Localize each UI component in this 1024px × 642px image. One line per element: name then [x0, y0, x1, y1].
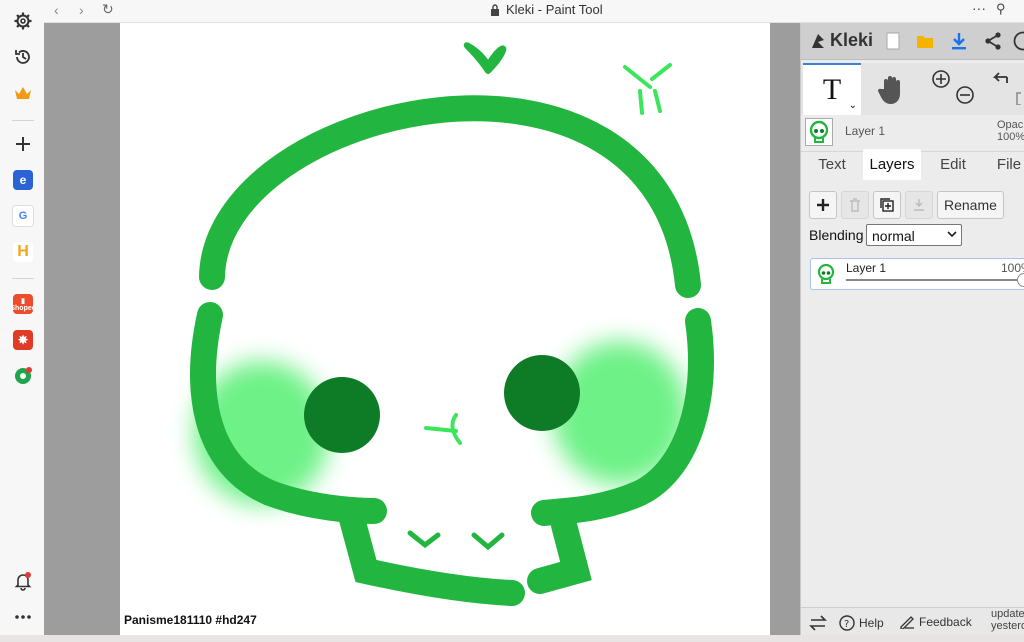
sidebar-divider	[12, 120, 34, 121]
update-status: update yesterd	[991, 608, 1024, 632]
panel-tabs: Text Layers Edit File	[801, 149, 1024, 181]
more-horizontal-icon[interactable]: ···	[972, 0, 986, 16]
undo-icon[interactable]	[991, 69, 1021, 105]
teeth-right	[471, 532, 505, 551]
current-layer-row: Layer 1 Opac 100%	[801, 115, 1024, 152]
crown-icon[interactable]	[10, 80, 36, 106]
layer-list-item[interactable]: Layer 1 100%	[810, 258, 1024, 290]
left-eye	[304, 377, 380, 453]
gear-icon[interactable]	[10, 8, 36, 34]
feedback-label: Feedback	[919, 615, 972, 629]
red-app-icon[interactable]: ✸	[10, 327, 36, 353]
panel-header: Kleki	[801, 23, 1024, 60]
add-layer-button[interactable]	[809, 191, 837, 219]
anger-mark	[623, 63, 672, 115]
opacity-readout: Opac 100%	[997, 119, 1024, 143]
share-icon[interactable]	[981, 29, 1005, 53]
rename-layer-button[interactable]: Rename	[937, 191, 1004, 219]
tab-file[interactable]: File	[989, 149, 1024, 180]
slider-handle[interactable]	[1017, 273, 1024, 287]
delete-layer-button[interactable]	[841, 191, 869, 219]
download-icon[interactable]	[947, 29, 971, 53]
nose	[424, 413, 462, 445]
chevron-down-icon: ⌄	[848, 100, 857, 111]
update-label: update	[991, 608, 1024, 620]
current-layer-name: Layer 1	[845, 124, 886, 138]
hand-icon[interactable]	[875, 73, 909, 107]
swap-icon[interactable]	[809, 615, 827, 631]
merge-layer-button[interactable]	[905, 191, 933, 219]
duplicate-icon	[880, 198, 894, 212]
back-icon[interactable]: ‹	[54, 2, 59, 18]
tab-edit[interactable]: Edit	[925, 149, 981, 180]
right-eye	[504, 355, 580, 431]
lock-icon	[491, 3, 499, 16]
opacity-label: Opac	[997, 119, 1024, 131]
taskbar-strip	[0, 635, 1024, 642]
blending-label: Blending	[809, 227, 864, 243]
open-file-icon[interactable]	[913, 29, 937, 53]
blending-value: normal	[872, 228, 915, 244]
shopee-icon[interactable]: ▮ Shopee	[10, 291, 36, 317]
teeth-left	[407, 530, 441, 549]
plus-icon	[817, 199, 829, 211]
panel-footer: ? Help Feedback update yesterd	[801, 607, 1024, 636]
pin-icon[interactable]: ⚲	[996, 1, 1006, 17]
trash-icon	[850, 198, 860, 212]
app-blue-icon[interactable]: e	[10, 167, 36, 193]
skull-drawing	[190, 42, 714, 606]
blending-select[interactable]: normal	[866, 224, 962, 246]
text-tool-button[interactable]: T ⌄	[803, 63, 861, 115]
layer-name: Layer 1	[846, 261, 887, 275]
mouth-left	[339, 506, 525, 606]
google-icon[interactable]: G	[10, 203, 36, 229]
help-button[interactable]: ? Help	[839, 615, 884, 631]
head-outline	[199, 95, 701, 298]
sidebar-divider	[12, 278, 34, 279]
tab-layers[interactable]: Layers	[863, 149, 921, 180]
drawing-canvas[interactable]: Panisme181110 #hd247	[120, 23, 770, 635]
bell-icon[interactable]	[10, 568, 36, 594]
forward-icon[interactable]: ›	[79, 2, 84, 18]
layer-opacity-slider[interactable]	[846, 279, 1024, 281]
title-text: Kleki - Paint Tool	[506, 2, 603, 17]
more-icon[interactable]	[10, 604, 36, 630]
chevron-down-icon	[947, 231, 957, 238]
update-when: yesterd	[991, 620, 1024, 632]
watermark-text: Panisme181110 #hd247	[124, 613, 257, 627]
kleki-logo: Kleki	[809, 30, 873, 51]
merge-icon	[914, 199, 924, 211]
text-tool-label: T	[822, 73, 842, 106]
tool-row: T ⌄	[801, 63, 1024, 115]
duplicate-layer-button[interactable]	[873, 191, 901, 219]
history-icon[interactable]	[10, 44, 36, 70]
svg-text:?: ?	[844, 619, 849, 630]
reload-icon[interactable]: ↻	[102, 1, 114, 18]
feedback-icon	[900, 616, 914, 629]
layer-thumbnail	[814, 262, 838, 286]
shopee-label: Shopee	[10, 304, 36, 312]
ball-app-icon[interactable]	[10, 363, 36, 389]
opacity-value: 100%	[997, 131, 1024, 143]
plus-icon[interactable]	[10, 131, 36, 157]
tab-text[interactable]: Text	[803, 149, 861, 180]
info-icon[interactable]	[1011, 29, 1024, 53]
kleki-logo-icon	[812, 33, 824, 48]
zoom-in-icon[interactable]	[931, 69, 951, 89]
help-icon: ?	[839, 615, 855, 631]
new-file-icon[interactable]	[881, 29, 905, 53]
page-title: Kleki - Paint Tool	[490, 2, 603, 17]
browser-sidebar: e G H ▮ Shopee ✸	[0, 0, 45, 642]
logo-text: Kleki	[830, 30, 874, 50]
blending-row: Blending normal	[809, 224, 962, 246]
sprout	[463, 42, 507, 74]
browser-titlebar: ‹ › ↻ Kleki - Paint Tool ··· ⚲	[44, 0, 1024, 23]
help-label: Help	[859, 616, 884, 630]
mouth-right	[527, 512, 592, 594]
kleki-side-panel: Kleki T ⌄ Layer 1 Opac 100% Text Layers …	[800, 23, 1024, 636]
layer-thumbnail	[805, 118, 833, 146]
feedback-button[interactable]: Feedback	[899, 615, 972, 629]
zoom-out-icon[interactable]	[955, 85, 975, 105]
h-app-icon[interactable]: H	[10, 239, 36, 265]
